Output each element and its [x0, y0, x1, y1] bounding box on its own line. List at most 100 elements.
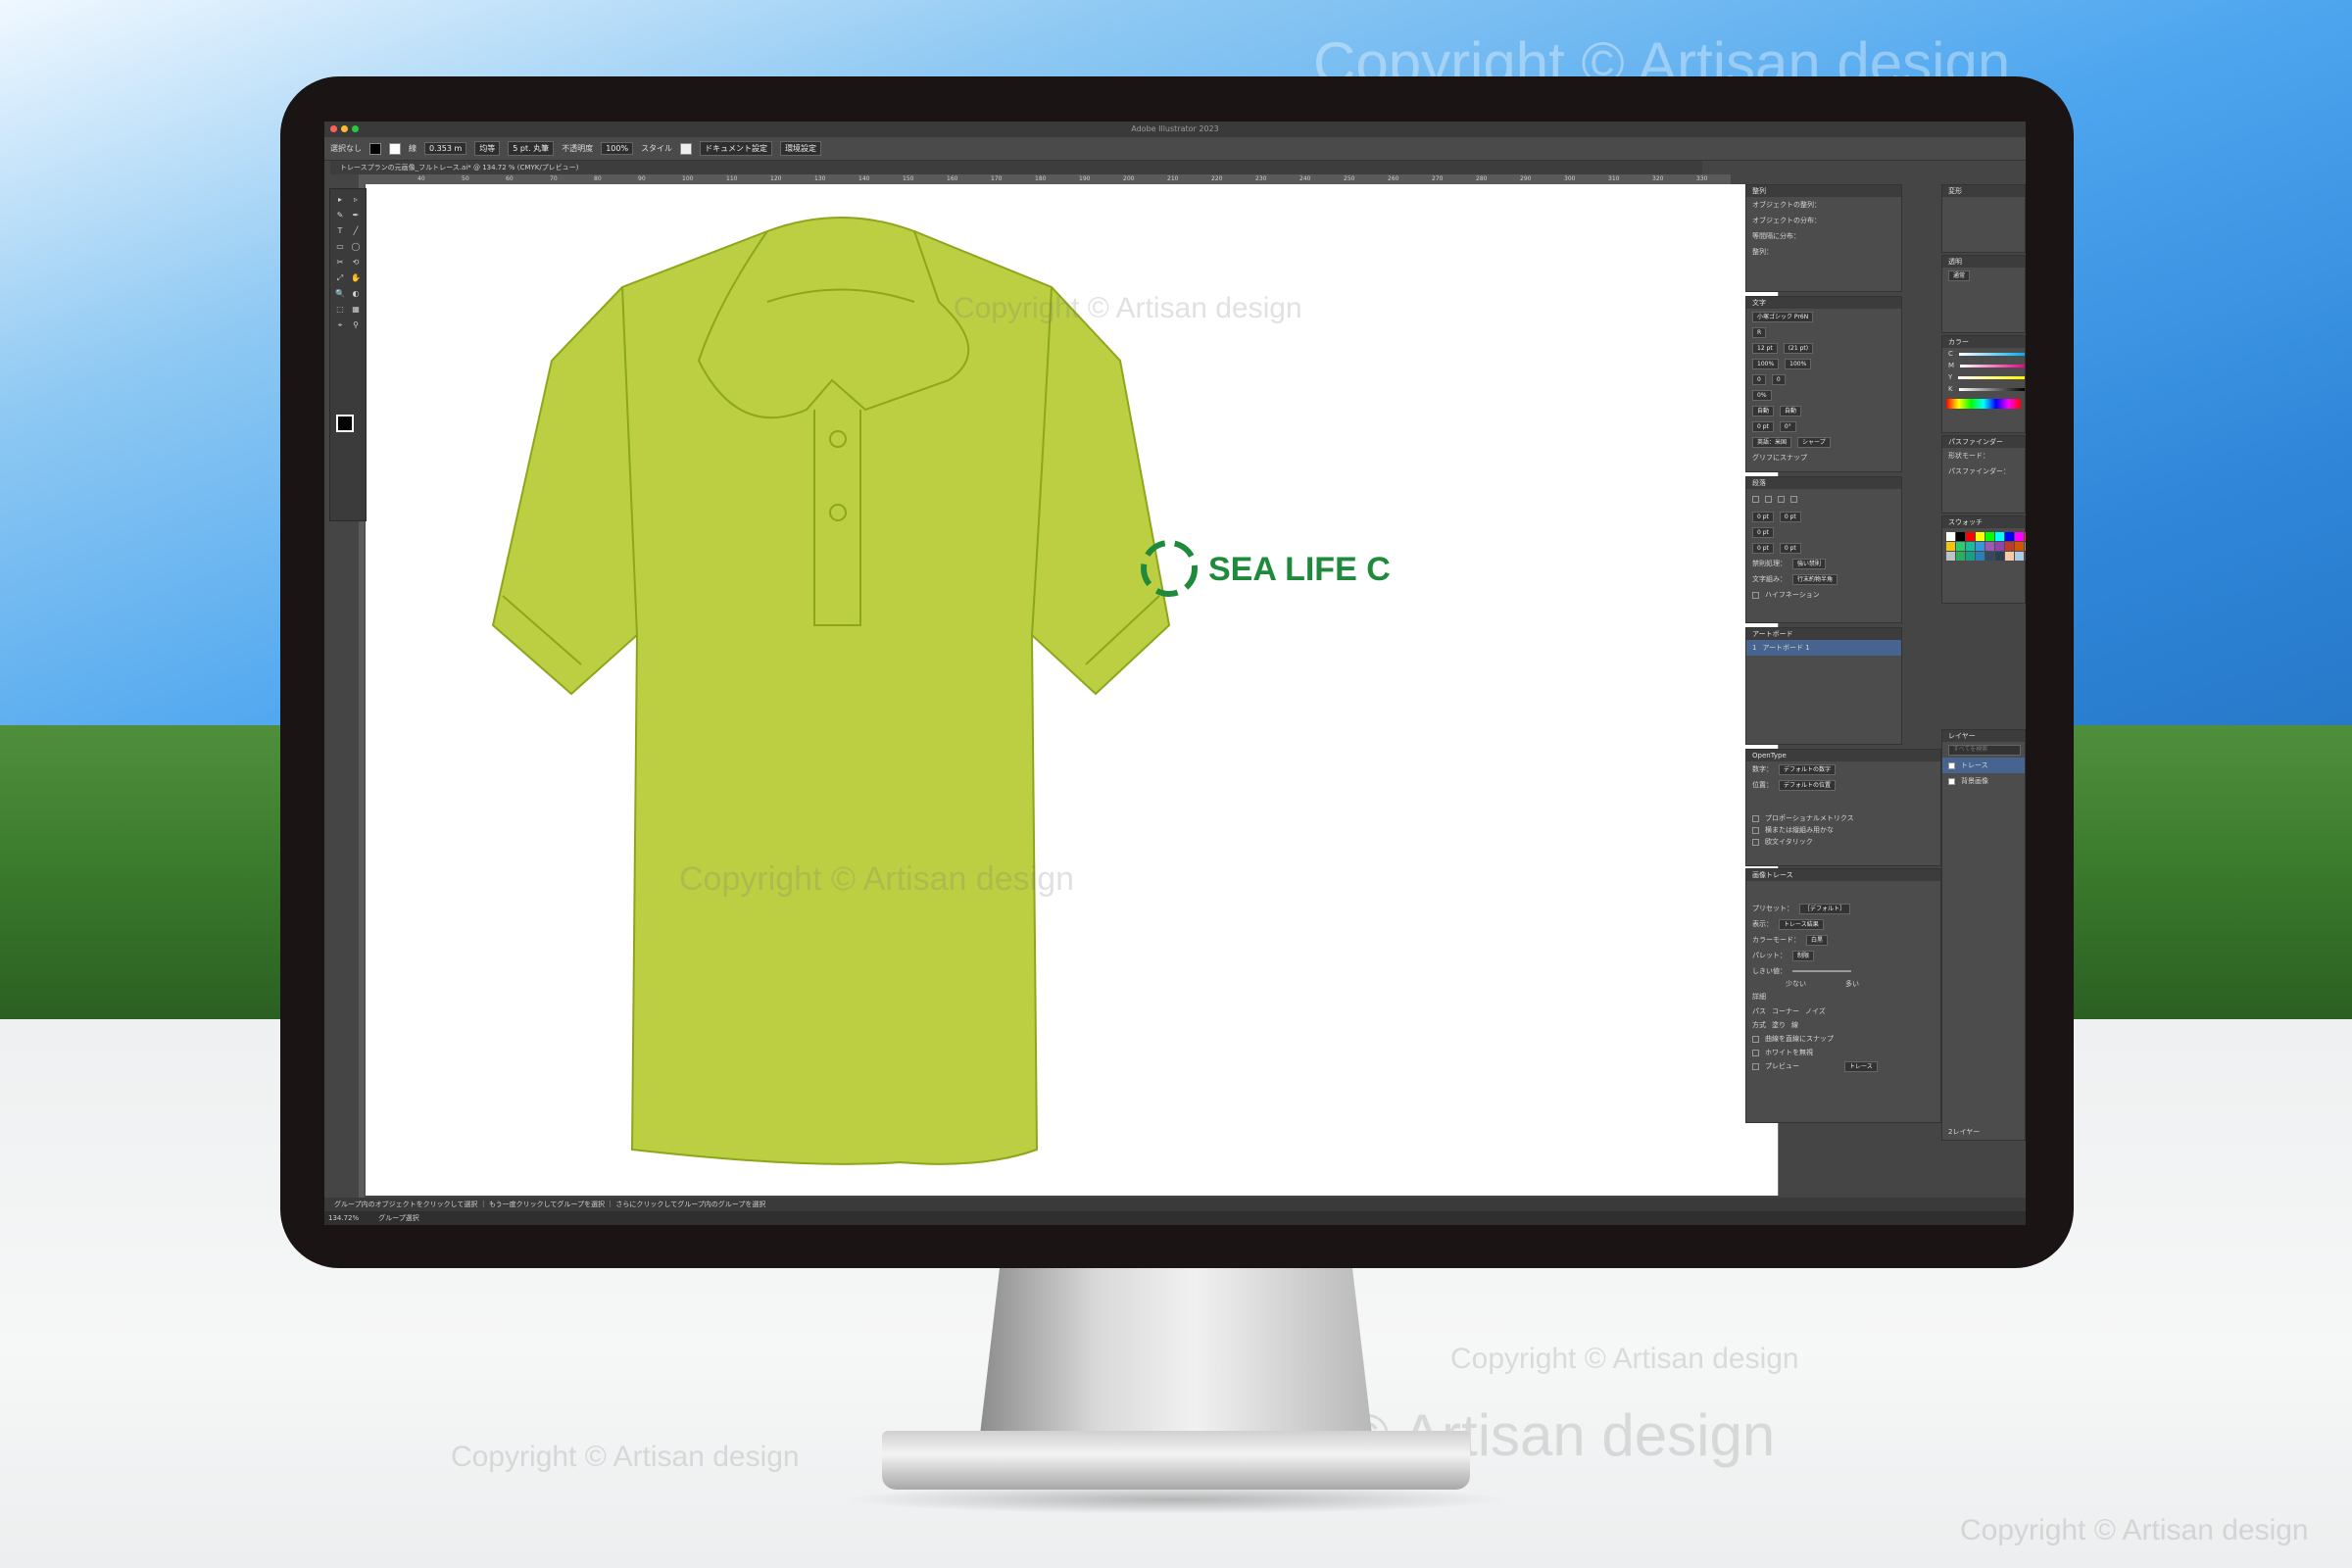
- color-panel-title[interactable]: カラー: [1942, 336, 2025, 348]
- color-swatch[interactable]: [1985, 542, 1994, 551]
- color-swatch[interactable]: [2005, 552, 2014, 561]
- transparency-panel-title[interactable]: 透明: [1942, 256, 2025, 268]
- tool-icon[interactable]: ⌖: [334, 320, 346, 330]
- color-swatch[interactable]: [1966, 552, 1975, 561]
- cyan-slider[interactable]: [1958, 352, 2025, 356]
- color-swatch[interactable]: [2015, 552, 2024, 561]
- tool-icon[interactable]: ▦: [350, 305, 362, 315]
- antialias-dropdown[interactable]: シャープ: [1797, 436, 1831, 448]
- color-swatch[interactable]: [1966, 542, 1975, 551]
- align-left-button[interactable]: [1752, 495, 1759, 503]
- layer-row[interactable]: 背景画像: [1942, 773, 2025, 789]
- figure-dropdown[interactable]: デフォルトの数字: [1779, 763, 1837, 775]
- color-swatch[interactable]: [1985, 552, 1994, 561]
- artboard-row[interactable]: 1 アートボード 1: [1746, 640, 1901, 656]
- tsume-field[interactable]: 0%: [1752, 389, 1772, 401]
- stroke-width-field[interactable]: 0.353 m: [424, 142, 467, 155]
- tool-icon[interactable]: ⬚: [334, 305, 346, 315]
- magenta-slider[interactable]: [1960, 364, 2025, 368]
- align-panel-title[interactable]: 整列: [1746, 185, 1901, 197]
- tool-icon[interactable]: ▸: [334, 195, 346, 205]
- color-swatch[interactable]: [1995, 532, 2004, 541]
- advanced-toggle[interactable]: 詳細: [1752, 989, 1766, 1004]
- brush-dropdown[interactable]: 5 pt. 丸筆: [508, 141, 555, 156]
- opacity-field[interactable]: 100%: [601, 142, 634, 155]
- opentype-panel-title[interactable]: OpenType: [1746, 750, 1940, 761]
- document-setup-button[interactable]: ドキュメント設定: [700, 141, 773, 156]
- color-swatch[interactable]: [2025, 542, 2026, 551]
- justify-button[interactable]: [1790, 495, 1797, 503]
- tool-icon[interactable]: T: [334, 226, 346, 236]
- palette-dropdown[interactable]: 制限: [1792, 950, 1815, 961]
- stroke-swatch[interactable]: [389, 142, 401, 155]
- align-right-button[interactable]: [1778, 495, 1785, 503]
- aki-before-field[interactable]: 自動: [1752, 405, 1775, 416]
- kerning-field[interactable]: 0: [1752, 373, 1766, 385]
- blend-mode-dropdown[interactable]: 通常: [1948, 270, 1971, 281]
- pathfinder-panel-title[interactable]: パスファインダー: [1942, 436, 2025, 448]
- space-after-field[interactable]: 0 pt: [1779, 542, 1801, 554]
- layers-search-input[interactable]: [1948, 744, 2021, 756]
- tool-icon[interactable]: ✂: [334, 258, 346, 268]
- color-swatch[interactable]: [2005, 542, 2014, 551]
- color-swatch[interactable]: [1956, 532, 1965, 541]
- color-swatch[interactable]: [1976, 542, 1984, 551]
- kana-checkbox[interactable]: [1752, 826, 1759, 834]
- paragraph-panel-title[interactable]: 段落: [1746, 477, 1901, 489]
- color-swatch[interactable]: [1956, 542, 1965, 551]
- color-swatch[interactable]: [2005, 532, 2014, 541]
- color-swatch[interactable]: [1966, 532, 1975, 541]
- indent-first-field[interactable]: 0 pt: [1752, 526, 1774, 538]
- tool-icon[interactable]: ▹: [350, 195, 362, 205]
- color-swatch[interactable]: [2025, 532, 2026, 541]
- tool-icon[interactable]: ✎: [334, 211, 346, 220]
- swatches-panel-title[interactable]: スウォッチ: [1942, 516, 2025, 528]
- character-panel-title[interactable]: 文字: [1746, 297, 1901, 309]
- preview-checkbox[interactable]: [1752, 1062, 1759, 1070]
- font-family-dropdown[interactable]: 小塚ゴシック Pr6N: [1752, 311, 1814, 322]
- color-swatch[interactable]: [1995, 542, 2004, 551]
- font-size-field[interactable]: 12 pt: [1752, 342, 1778, 354]
- color-swatch[interactable]: [2015, 532, 2024, 541]
- black-slider[interactable]: [1958, 387, 2025, 391]
- yellow-slider[interactable]: [1958, 375, 2025, 379]
- layers-panel-title[interactable]: レイヤー: [1942, 730, 2025, 742]
- indent-left-field[interactable]: 0 pt: [1752, 511, 1774, 522]
- fill-swatch[interactable]: [369, 142, 381, 155]
- style-swatch[interactable]: [680, 142, 693, 155]
- space-before-field[interactable]: 0 pt: [1752, 542, 1774, 554]
- proportional-metrics-checkbox[interactable]: [1752, 814, 1759, 822]
- indent-right-field[interactable]: 0 pt: [1779, 511, 1801, 522]
- hyphenation-checkbox[interactable]: [1752, 591, 1759, 599]
- tool-icon[interactable]: ◐: [350, 289, 362, 299]
- color-swatch[interactable]: [1976, 552, 1984, 561]
- color-swatch[interactable]: [1956, 552, 1965, 561]
- color-swatch[interactable]: [1976, 532, 1984, 541]
- color-spectrum[interactable]: [1946, 399, 2021, 409]
- roman-italic-checkbox[interactable]: [1752, 838, 1759, 846]
- maximize-window-button[interactable]: [352, 125, 359, 132]
- layer-row[interactable]: トレース: [1942, 758, 2025, 773]
- tool-icon[interactable]: ⟲: [350, 258, 362, 268]
- aki-after-field[interactable]: 自動: [1780, 405, 1802, 416]
- transform-panel-title[interactable]: 変形: [1942, 185, 2025, 197]
- tool-icon[interactable]: ▭: [334, 242, 346, 252]
- trace-button[interactable]: トレース: [1844, 1060, 1878, 1072]
- tool-icon[interactable]: ⚲: [350, 320, 362, 330]
- ignore-white-checkbox[interactable]: [1752, 1049, 1759, 1056]
- color-swatch[interactable]: [2025, 552, 2026, 561]
- align-center-button[interactable]: [1765, 495, 1772, 503]
- snap-curves-checkbox[interactable]: [1752, 1035, 1759, 1043]
- close-window-button[interactable]: [330, 125, 337, 132]
- artboards-panel-title[interactable]: アートボード: [1746, 628, 1901, 640]
- tool-icon[interactable]: ✋: [350, 273, 362, 283]
- document-tab[interactable]: トレースプランの元画像_フルトレース.ai* @ 134.72 % (CMYK/…: [330, 161, 1702, 174]
- color-swatch[interactable]: [1985, 532, 1994, 541]
- threshold-slider[interactable]: [1792, 970, 1851, 972]
- artboard-canvas[interactable]: Copyright © Artisan design Copyright © A…: [366, 184, 1779, 1196]
- tool-icon[interactable]: ╱: [350, 226, 362, 236]
- color-swatch[interactable]: [1946, 532, 1955, 541]
- tracking-field[interactable]: 0: [1771, 373, 1786, 385]
- rotation-field[interactable]: 0°: [1779, 420, 1796, 432]
- line-style-dropdown[interactable]: 均等: [474, 141, 501, 156]
